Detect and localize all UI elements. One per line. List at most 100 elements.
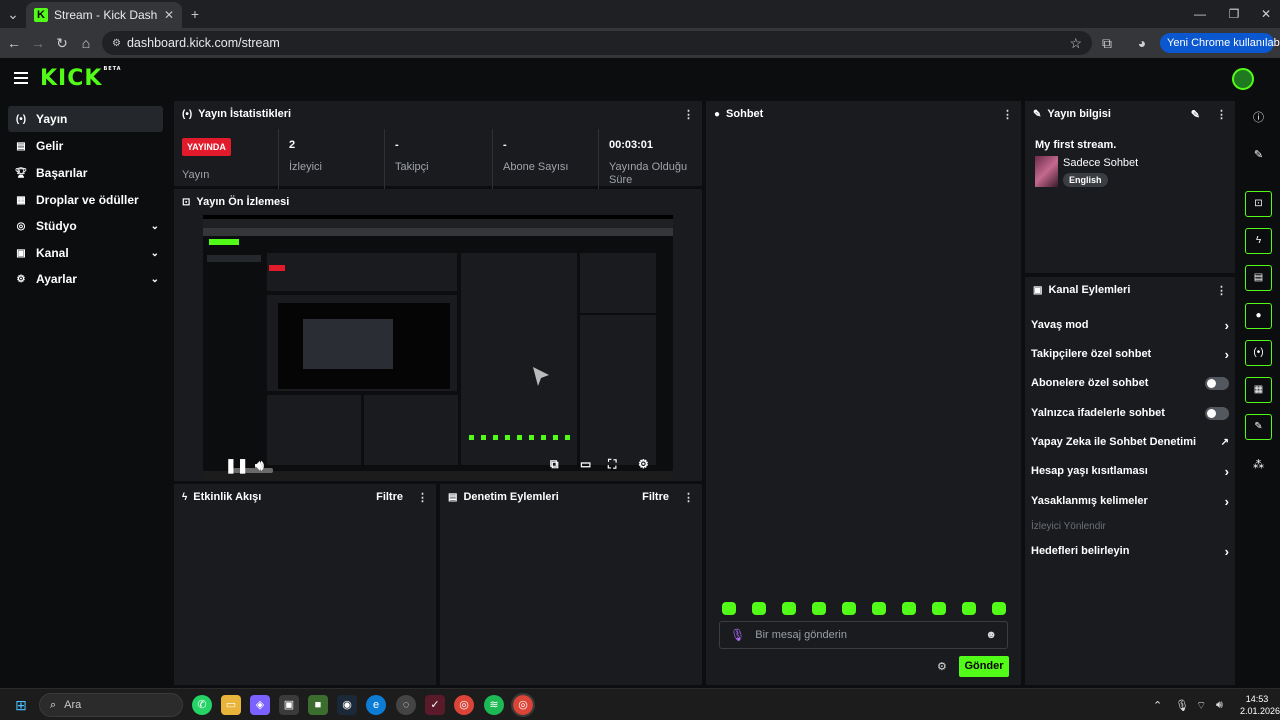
edge-icon[interactable]: e xyxy=(366,695,386,715)
edit-pencil-icon[interactable]: ✎ xyxy=(1191,108,1200,121)
whatsapp-icon[interactable]: ✆ xyxy=(192,695,212,715)
user-avatar[interactable] xyxy=(1232,68,1254,90)
bookmark-star-icon[interactable]: ☆ xyxy=(1069,35,1082,52)
sidebar-item-yayin[interactable]: (•) Yayın xyxy=(8,106,163,132)
filter-button[interactable]: Filtre xyxy=(642,491,669,503)
reload-icon[interactable]: ↻ xyxy=(53,34,71,52)
more-options-icon[interactable]: ⋮ xyxy=(1216,284,1227,297)
close-tab-icon[interactable]: ✕ xyxy=(164,8,174,22)
emote-4[interactable] xyxy=(812,602,826,615)
chrome-update-button[interactable]: Yeni Chrome kullanılabilir ⋮ xyxy=(1160,33,1280,53)
file-explorer-icon[interactable]: ▭ xyxy=(221,695,241,715)
more-options-icon[interactable]: ⋮ xyxy=(683,108,694,121)
wifi-icon[interactable]: ⌔ xyxy=(1196,699,1206,713)
steam-icon[interactable]: ◉ xyxy=(337,695,357,715)
language-tag: English xyxy=(1063,173,1108,187)
microphone-tray-icon[interactable]: 🎙︎ xyxy=(1175,699,1189,712)
tab-search-icon[interactable]: ⌄ xyxy=(5,6,21,22)
emote-6[interactable] xyxy=(872,602,886,615)
sidebar-item-label: Gelir xyxy=(36,139,64,153)
document-icon[interactable]: ▤ xyxy=(1245,265,1272,291)
copilot-icon[interactable]: ◈ xyxy=(250,695,270,715)
chrome-active-icon[interactable]: ◎ xyxy=(511,693,535,717)
action-followers-only[interactable]: Takipçilere özel sohbet › xyxy=(1031,344,1229,364)
sidebar-item-kanal[interactable]: ▣ Kanal ⌄ xyxy=(8,240,163,266)
emote-8[interactable] xyxy=(932,602,946,615)
browser-tab[interactable]: K Stream - Kick Dashboard ✕ xyxy=(26,2,182,28)
chat-settings-icon[interactable]: ⚙ xyxy=(937,660,947,673)
send-button[interactable]: Gönder xyxy=(959,656,1009,677)
action-account-age[interactable]: Hesap yaşı kısıtlaması › xyxy=(1031,461,1229,481)
emotes-only-toggle[interactable] xyxy=(1205,406,1229,420)
chat-widget-icon[interactable]: ● xyxy=(1245,303,1272,329)
theater-mode-icon[interactable]: ▭ xyxy=(580,457,591,471)
emote-7[interactable] xyxy=(902,602,916,615)
subscribers-only-toggle[interactable] xyxy=(1205,376,1229,390)
more-options-icon[interactable]: ⋮ xyxy=(417,491,428,504)
chrome-icon[interactable]: ◎ xyxy=(454,695,474,715)
sidebar-item-gelir[interactable]: ▤ Gelir xyxy=(8,133,163,159)
video-preview[interactable]: ❚❚ 🔊︎ ⧉ ▭ ⛶ ⚙ xyxy=(203,215,673,480)
site-info-icon[interactable]: ⚙ xyxy=(112,38,121,49)
tray-overflow-icon[interactable]: ⌃ xyxy=(1153,699,1162,712)
stream-category[interactable]: Sadece Sohbet xyxy=(1063,157,1138,169)
forward-icon[interactable]: → xyxy=(29,34,47,52)
address-bar[interactable]: ⚙ dashboard.kick.com/stream ☆ xyxy=(102,31,1092,55)
pause-icon[interactable]: ❚❚ xyxy=(225,457,248,474)
info-icon[interactable]: ⓘ xyxy=(1245,105,1272,131)
add-widget-icon[interactable]: ⁂ xyxy=(1245,452,1272,478)
system-clock[interactable]: 14:53 2.01.2026 xyxy=(1240,693,1280,717)
wrench-widget-icon[interactable]: ✎ xyxy=(1245,414,1272,440)
lightning-icon[interactable]: ϟ xyxy=(1245,228,1272,254)
pip-icon[interactable]: ⧉ xyxy=(550,457,559,472)
more-options-icon[interactable]: ⋮ xyxy=(683,491,694,504)
restore-button[interactable]: ❐ xyxy=(1224,6,1244,22)
spotify-icon[interactable]: ≋ xyxy=(484,695,504,715)
profile-avatar-icon[interactable]: ◕ xyxy=(1133,34,1151,52)
app-icon[interactable]: ◌ xyxy=(396,695,416,715)
channel-icon: ▣ xyxy=(16,247,26,259)
filter-button[interactable]: Filtre xyxy=(376,491,403,503)
more-options-icon[interactable]: ⋮ xyxy=(1216,108,1227,121)
emote-3[interactable] xyxy=(782,602,796,615)
broadcast-widget-icon[interactable]: (•) xyxy=(1245,340,1272,366)
settings-gear-icon[interactable]: ⚙ xyxy=(638,457,649,471)
stats-widget-icon[interactable]: ▦ xyxy=(1245,377,1272,403)
fullscreen-icon[interactable]: ⛶ xyxy=(608,457,616,472)
emoji-picker-icon[interactable]: ☻ xyxy=(985,629,997,641)
chat-message-input[interactable]: 🎙︎ Bir mesaj gönderin ☻ xyxy=(719,621,1008,649)
emote-1[interactable] xyxy=(722,602,736,615)
action-slow-mode[interactable]: Yavaş mod › xyxy=(1031,315,1229,335)
emote-10[interactable] xyxy=(992,602,1006,615)
emote-2[interactable] xyxy=(752,602,766,615)
action-banned-words[interactable]: Yasaklanmış kelimeler › xyxy=(1031,491,1229,511)
taskbar-search[interactable]: ⌕ Ara xyxy=(39,693,183,717)
app-red-icon[interactable]: ✓ xyxy=(425,695,445,715)
edit-icon[interactable]: ✎ xyxy=(1245,142,1272,168)
home-icon[interactable]: ⌂ xyxy=(77,34,95,52)
close-window-button[interactable]: ✕ xyxy=(1256,6,1276,22)
new-tab-button[interactable]: + xyxy=(187,6,203,22)
sidebar-item-studyo[interactable]: ◎ Stüdyo ⌄ xyxy=(8,213,163,239)
speaker-icon[interactable]: 🔊︎ xyxy=(1216,699,1223,712)
menu-icon[interactable] xyxy=(14,72,28,84)
extensions-icon[interactable]: ⧉ xyxy=(1098,34,1116,52)
microphone-icon[interactable]: 🎙︎ xyxy=(730,628,745,642)
emote-9[interactable] xyxy=(962,602,976,615)
emote-5[interactable] xyxy=(842,602,856,615)
windows-start-icon[interactable]: ⊞ xyxy=(11,695,31,715)
action-ai-moderation[interactable]: Yapay Zeka ile Sohbet Denetimi ↗ xyxy=(1031,432,1229,452)
minecraft-icon[interactable]: ■ xyxy=(308,695,328,715)
back-icon[interactable]: ← xyxy=(5,34,23,52)
store-icon[interactable]: ▣ xyxy=(279,695,299,715)
sidebar-item-basarilar[interactable]: 🏆︎ Başarılar xyxy=(8,160,163,186)
kick-logo[interactable]: KICKBETA xyxy=(40,66,122,91)
preview-widget-icon[interactable]: ⊡ xyxy=(1245,191,1272,217)
channel-icon: ▣ xyxy=(1033,284,1043,296)
more-options-icon[interactable]: ⋮ xyxy=(1002,108,1013,121)
minimize-button[interactable]: — xyxy=(1190,6,1210,22)
sidebar-item-droplar[interactable]: ▦ Droplar ve ödüller xyxy=(8,187,163,213)
volume-icon[interactable]: 🔊︎ xyxy=(255,457,264,474)
sidebar-item-ayarlar[interactable]: ⚙ Ayarlar ⌄ xyxy=(8,266,163,292)
action-set-goals[interactable]: Hedefleri belirleyin › xyxy=(1031,541,1229,561)
